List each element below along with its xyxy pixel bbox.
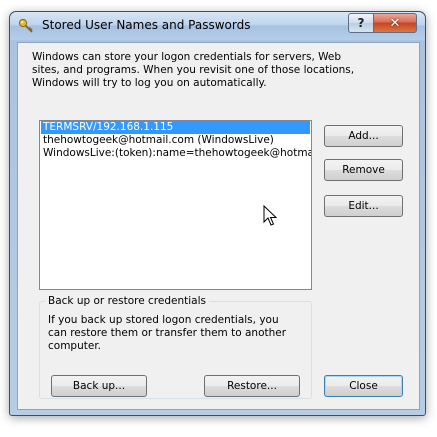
help-button[interactable]: ? <box>348 13 374 33</box>
dialog-content: Windows can store your logon credentials… <box>17 42 420 410</box>
mouse-pointer-icon <box>263 205 277 226</box>
credential-item[interactable]: thehowtogeek@hotmail.com (WindowsLive) <box>41 134 310 147</box>
credential-item[interactable]: TERMSRV/192.168.1.115 <box>41 121 310 134</box>
add-button[interactable]: Add... <box>324 125 403 147</box>
window-close-button[interactable]: ✕ <box>373 13 417 33</box>
backup-group-description: If you back up stored logon credentials,… <box>48 314 287 352</box>
restore-button[interactable]: Restore... <box>204 375 300 397</box>
window-title: Stored User Names and Passwords <box>42 18 251 32</box>
stored-credentials-dialog: Stored User Names and Passwords ? ✕ Wind… <box>9 11 426 416</box>
title-bar[interactable]: Stored User Names and Passwords ? ✕ <box>10 12 425 40</box>
remove-button[interactable]: Remove <box>324 159 403 181</box>
credential-item[interactable]: WindowsLive:(token):name=thehowtogeek@ho… <box>41 147 311 160</box>
help-icon: ? <box>357 16 365 30</box>
backup-group-title: Back up or restore credentials <box>45 295 209 307</box>
close-button[interactable]: Close <box>324 375 403 397</box>
edit-button[interactable]: Edit... <box>324 195 403 217</box>
backup-button[interactable]: Back up... <box>51 375 147 397</box>
close-icon: ✕ <box>389 15 401 31</box>
key-icon <box>18 18 33 33</box>
dialog-description: Windows can store your logon credentials… <box>32 51 355 89</box>
